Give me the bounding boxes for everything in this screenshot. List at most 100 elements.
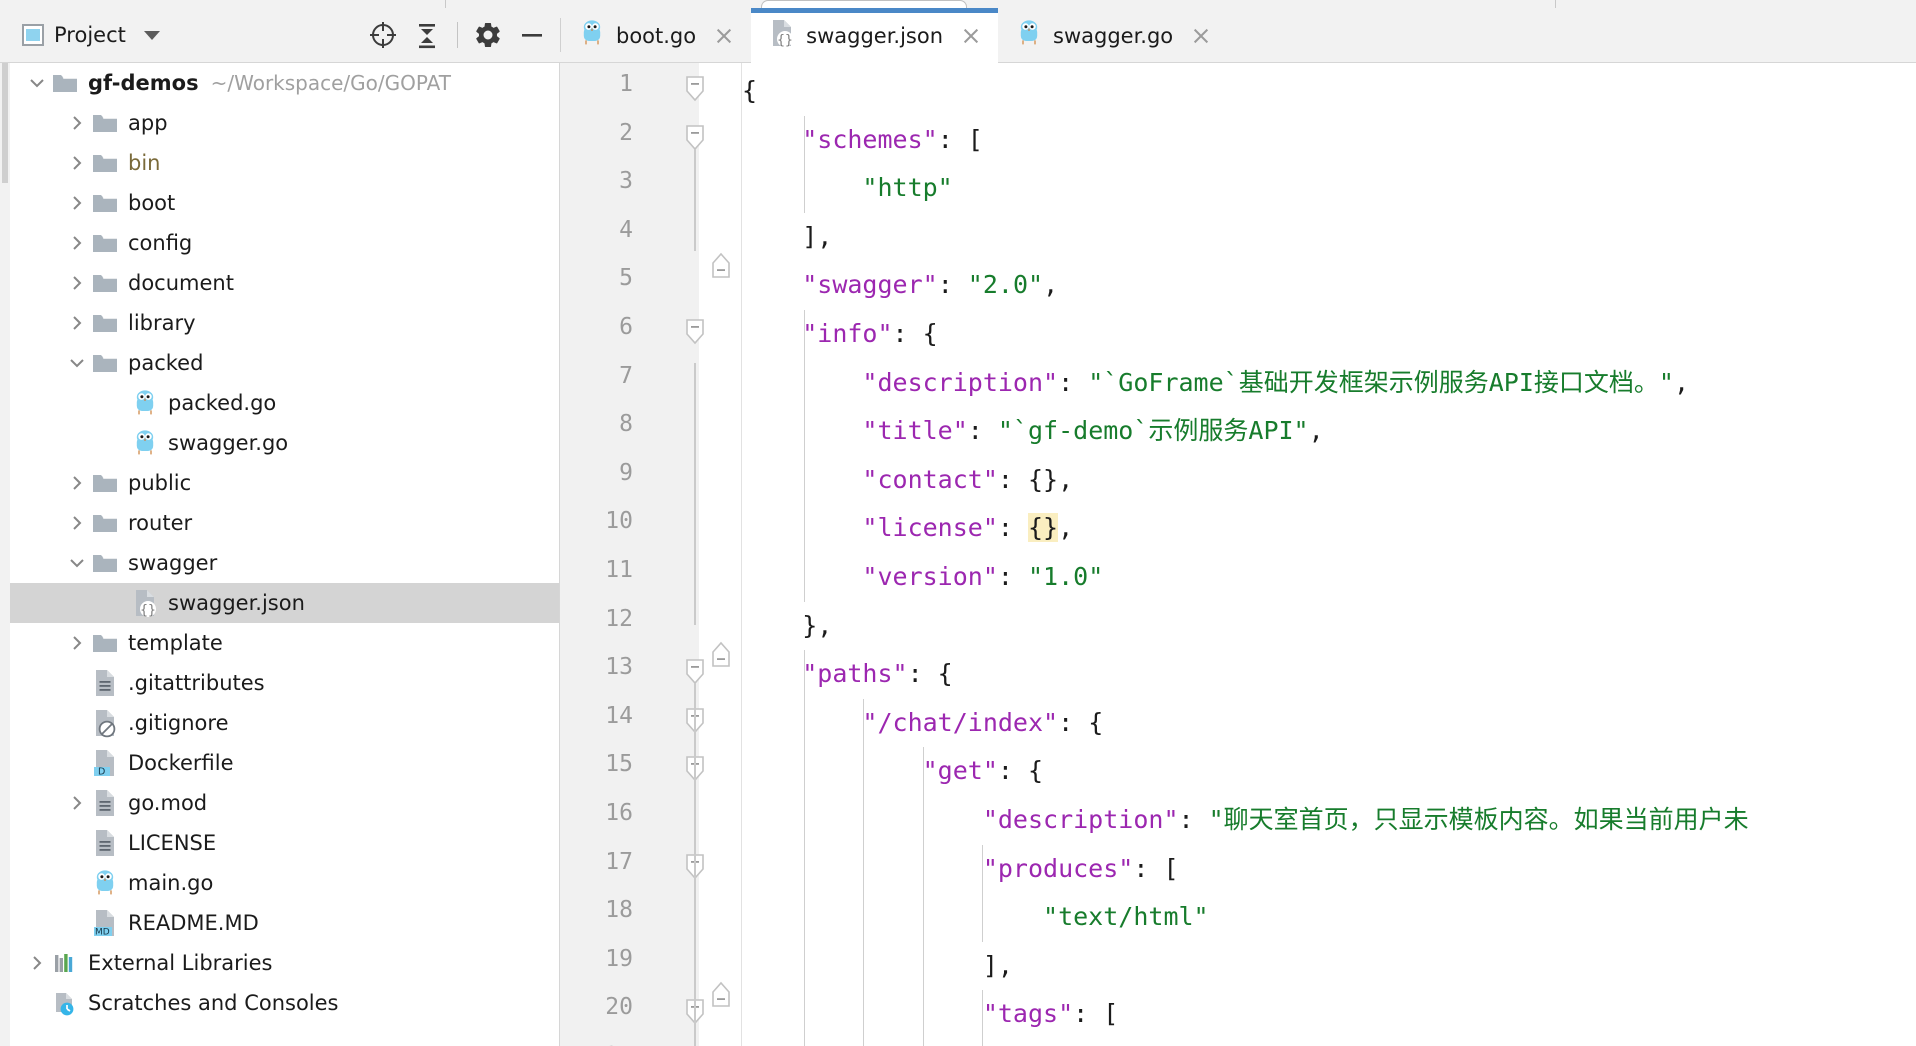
code-line[interactable]: "tags": [ [742,990,1916,1039]
settings-button[interactable] [466,13,510,57]
code-line[interactable]: "description": "`GoFrame`基础开发框架示例服务API接口… [742,359,1916,408]
tree-item-external-libraries[interactable]: External Libraries [10,943,560,983]
close-icon[interactable] [960,25,982,47]
tree-item-router[interactable]: router [10,503,560,543]
gear-icon [476,22,500,48]
chevron-right-icon[interactable] [67,633,87,653]
scrollbar-thumb[interactable] [2,63,8,183]
fold-marker[interactable] [682,73,708,103]
code-line[interactable]: "license": {}, [742,504,1916,553]
tree-twisty[interactable] [64,113,90,133]
tree-item-swagger-go[interactable]: swagger.go [10,423,560,463]
chevron-right-icon[interactable] [67,273,87,293]
tree-item-gf-demos[interactable]: gf-demos ~/Workspace/Go/GOPAT [10,63,560,103]
tree-item-config[interactable]: config [10,223,560,263]
tree-item-readme-md[interactable]: MD README.MD [10,903,560,943]
tree-item-library[interactable]: library [10,303,560,343]
tree-twisty[interactable] [64,233,90,253]
collapse-all-button[interactable] [405,13,449,57]
chevron-down-icon[interactable] [67,353,87,373]
tree-twisty[interactable] [24,953,50,973]
editor-code-area[interactable]: { "schemes": [ "http" ], "swagger": "2.0… [742,63,1916,1046]
chevron-right-icon[interactable] [67,113,87,133]
code-line[interactable]: "description": "聊天室首页，只显示模板内容。如果当前用户未 [742,796,1916,845]
code-line[interactable]: "paths": { [742,650,1916,699]
editor-gutter[interactable]: 123456789101112131415161718192021 [560,63,742,1046]
chevron-right-icon[interactable] [27,953,47,973]
chevron-down-icon[interactable] [27,73,47,93]
fold-marker[interactable] [682,122,708,152]
tree-twisty[interactable] [64,793,90,813]
chevron-right-icon[interactable] [67,313,87,333]
fold-marker[interactable] [682,656,708,686]
code-line[interactable]: "swagger": "2.0", [742,261,1916,310]
tree-twisty[interactable] [64,313,90,333]
tree-item-packed-go[interactable]: packed.go [10,383,560,423]
project-tool-title-group[interactable]: Project [22,23,160,47]
tree-item-packed[interactable]: packed [10,343,560,383]
chevron-down-icon[interactable] [143,30,160,40]
chevron-right-icon[interactable] [67,473,87,493]
code-line[interactable]: "title": "`gf-demo`示例服务API", [742,407,1916,456]
tab-boot-go[interactable]: boot.go [561,8,751,63]
code-token: }, [802,610,833,640]
code-line[interactable]: "version": "1.0" [742,553,1916,602]
chevron-right-icon[interactable] [67,513,87,533]
fold-marker[interactable] [682,316,708,346]
tree-item-gitignore[interactable]: .gitignore [10,703,560,743]
chevron-down-icon[interactable] [67,553,87,573]
code-line[interactable]: "info": { [742,310,1916,359]
tree-twisty[interactable] [64,513,90,533]
code-line[interactable]: "http" [742,164,1916,213]
tree-twisty[interactable] [64,353,90,373]
code-line[interactable]: "聊天室" [742,1039,1916,1046]
code-line[interactable]: { [742,67,1916,116]
tree-item-boot[interactable]: boot [10,183,560,223]
chevron-right-icon[interactable] [67,793,87,813]
tree-item-gitattributes[interactable]: .gitattributes [10,663,560,703]
tree-item-main-go[interactable]: main.go [10,863,560,903]
tree-item-bin[interactable]: bin [10,143,560,183]
code-line[interactable]: "contact": {}, [742,456,1916,505]
code-line[interactable]: "get": { [742,747,1916,796]
tree-twisty[interactable] [64,193,90,213]
select-opened-file-button[interactable] [361,13,405,57]
tree-twisty[interactable] [64,153,90,173]
code-line[interactable]: "/chat/index": { [742,699,1916,748]
tree-item-swagger-json[interactable]: {} swagger.json [10,583,560,623]
tree-item-public[interactable]: public [10,463,560,503]
tree-twisty[interactable] [64,473,90,493]
close-icon[interactable] [1190,25,1212,47]
tool-window-scrollbar[interactable] [0,63,10,1046]
hide-tool-window-button[interactable] [510,13,554,57]
code-line[interactable]: "schemes": [ [742,116,1916,165]
tree-item-license[interactable]: LICENSE [10,823,560,863]
tree-twisty[interactable] [64,553,90,573]
close-icon[interactable] [713,25,735,47]
chevron-right-icon[interactable] [67,193,87,213]
tree-item-go-mod[interactable]: go.mod [10,783,560,823]
tab-swagger-json[interactable]: {} swagger.json [751,8,999,63]
tree-item-template[interactable]: template [10,623,560,663]
tree-twisty[interactable] [64,633,90,653]
code-line[interactable]: "text/html" [742,893,1916,942]
code-line[interactable]: ], [742,213,1916,262]
line-number: 19 [605,945,633,972]
tree-item-dockerfile[interactable]: D Dockerfile [10,743,560,783]
tree-item-app[interactable]: app [10,103,560,143]
tree-item-scratches-and-consoles[interactable]: Scratches and Consoles [10,983,560,1023]
tree-twisty[interactable] [24,73,50,93]
code-line[interactable]: ], [742,942,1916,991]
tab-swagger-go[interactable]: swagger.go [998,8,1228,63]
tree-item-label: packed [128,351,204,375]
folder-icon [93,155,117,172]
tree-item-swagger[interactable]: swagger [10,543,560,583]
chevron-right-icon[interactable] [67,153,87,173]
code-line[interactable]: "produces": [ [742,845,1916,894]
code-token: "version" [862,561,998,591]
chevron-right-icon[interactable] [67,233,87,253]
code-line[interactable]: }, [742,602,1916,651]
tree-item-document[interactable]: document [10,263,560,303]
json-file-icon: {} [130,588,160,618]
tree-twisty[interactable] [64,273,90,293]
